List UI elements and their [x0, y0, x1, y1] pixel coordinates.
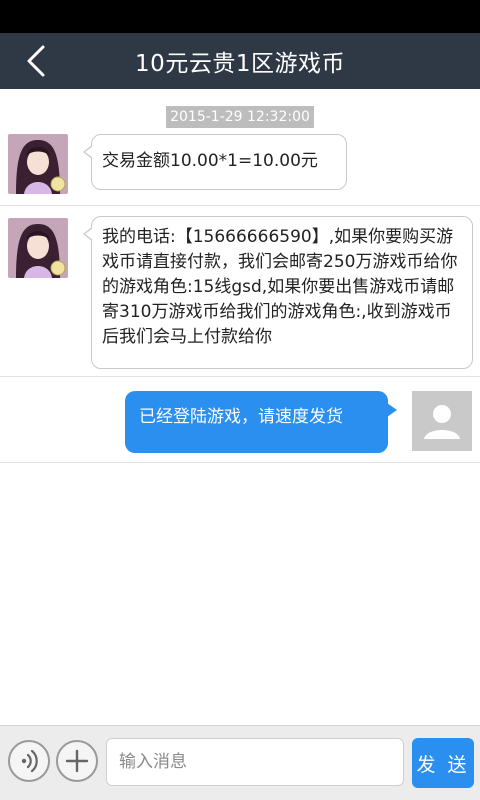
- input-bar: 发 送: [0, 725, 480, 800]
- anime-girl-avatar-icon: [8, 218, 68, 278]
- message-bubble[interactable]: 交易金额10.00*1=10.00元: [83, 134, 347, 190]
- message-input[interactable]: [106, 738, 404, 786]
- avatar[interactable]: [412, 391, 472, 451]
- chat-area[interactable]: 2015-1-29 12:32:00 交易金额10.00*1=10.00元 我的…: [0, 89, 480, 725]
- add-button[interactable]: [56, 740, 98, 782]
- page-title: 10元云贵1区游戏币: [135, 51, 345, 77]
- title-bar: 10元云贵1区游戏币: [0, 33, 480, 89]
- voice-icon: [21, 749, 38, 773]
- avatar[interactable]: [8, 218, 68, 278]
- voice-button[interactable]: [8, 740, 50, 782]
- default-user-icon: [424, 405, 460, 439]
- message-row: 交易金额10.00*1=10.00元: [0, 129, 480, 206]
- avatar[interactable]: [8, 134, 68, 194]
- status-bar: [0, 0, 480, 33]
- message-row: 我的电话:【15666666590】,如果你要购买游戏币请直接付款，我们会邮寄2…: [0, 206, 480, 377]
- message-row: 已经登陆游戏，请速度发货: [0, 377, 480, 463]
- chevron-left-icon: [27, 45, 45, 77]
- message-bubble[interactable]: 已经登陆游戏，请速度发货: [125, 391, 397, 453]
- timestamp: 2015-1-29 12:32:00: [166, 106, 314, 128]
- plus-icon: [65, 749, 89, 773]
- send-button[interactable]: 发 送: [412, 738, 474, 788]
- anime-girl-avatar-icon: [8, 134, 68, 194]
- back-button[interactable]: [16, 41, 56, 81]
- message-bubble[interactable]: 我的电话:【15666666590】,如果你要购买游戏币请直接付款，我们会邮寄2…: [83, 216, 473, 369]
